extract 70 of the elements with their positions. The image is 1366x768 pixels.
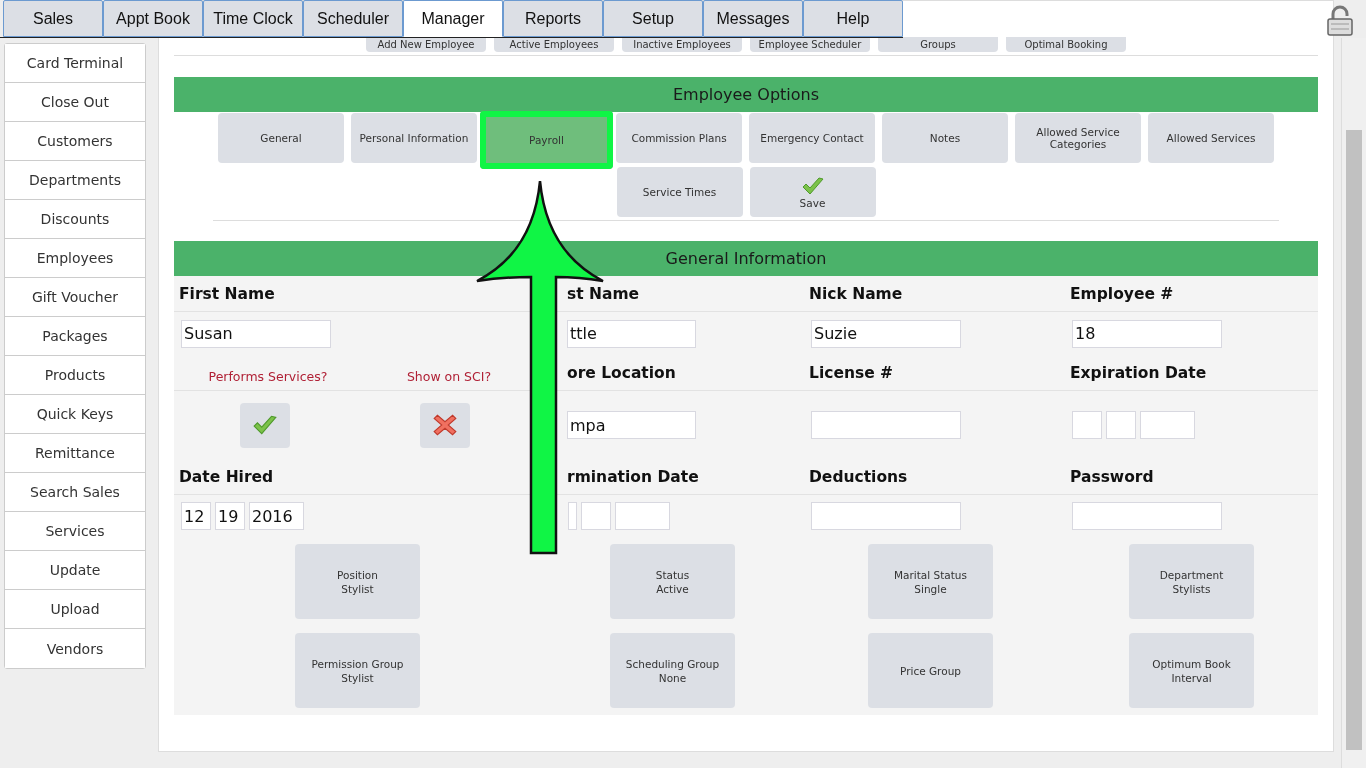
nav-tab[interactable]: Manager (403, 0, 503, 37)
option-button[interactable]: Commission Plans (616, 113, 742, 163)
setting-button[interactable]: Price Group (868, 633, 993, 708)
option-button[interactable]: General (218, 113, 344, 163)
section-header: Employee Options (174, 77, 1318, 112)
setting-button[interactable]: Marital Status Single (868, 544, 993, 619)
text-field[interactable]: Susan (181, 319, 331, 348)
day-field[interactable] (1106, 411, 1136, 439)
year-field[interactable] (615, 502, 670, 530)
year-field[interactable]: 2016 (249, 502, 304, 530)
option-button[interactable]: Personal Information (351, 113, 477, 163)
nav-tab[interactable]: Sales (3, 0, 103, 37)
field-label: Nick Name (809, 284, 903, 303)
text-field[interactable]: 18 (1072, 319, 1222, 348)
nav-tab[interactable]: Scheduler (303, 0, 403, 37)
toggle-label: Performs Services? (207, 368, 329, 384)
toggle-label: Show on SCI? (405, 368, 493, 384)
nav-tab[interactable]: Messages (703, 0, 803, 37)
text-field[interactable]: mpa (567, 411, 696, 439)
option-button[interactable]: Payroll (480, 111, 613, 169)
field-label: ore Location (567, 363, 676, 382)
field-label: License # (809, 363, 894, 382)
year-field[interactable] (1140, 411, 1195, 439)
nav-tab[interactable]: Reports (503, 0, 603, 37)
day-field[interactable]: 19 (215, 502, 245, 530)
password-field[interactable] (1072, 502, 1222, 530)
setting-button[interactable]: Status Active (610, 544, 735, 619)
text-field[interactable] (811, 502, 961, 530)
nav-tab[interactable]: Setup (603, 0, 703, 37)
nav-tab[interactable]: Time Clock (203, 0, 303, 37)
field-label: Expiration Date (1070, 363, 1207, 382)
nav-tab[interactable]: Appt Book (103, 0, 203, 37)
option-button[interactable]: Notes (882, 113, 1008, 163)
day-field[interactable] (581, 502, 611, 530)
section-header: General Information (174, 241, 1318, 276)
month-field[interactable] (568, 502, 577, 530)
setting-button[interactable]: Position Stylist (295, 544, 420, 619)
text-field[interactable]: Suzie (811, 319, 961, 348)
sub-nav-button[interactable]: Optimal Booking (1006, 37, 1126, 52)
text-field[interactable] (811, 411, 961, 439)
save-button[interactable]: Save (749, 167, 876, 217)
field-label: First Name (179, 284, 275, 303)
text-field[interactable]: ttle (567, 319, 696, 348)
scrollbar-thumb[interactable] (1346, 130, 1362, 750)
setting-button[interactable]: Department Stylists (1129, 544, 1254, 619)
setting-button[interactable]: Scheduling Group None (610, 633, 735, 708)
toggle-button[interactable] (240, 402, 290, 448)
option-button[interactable]: Emergency Contact (749, 113, 875, 163)
padlock-icon[interactable] (1324, 5, 1356, 37)
field-label: Date Hired (179, 467, 274, 486)
month-field[interactable]: 12 (181, 502, 211, 530)
setting-button[interactable]: Optimum Book Interval (1129, 633, 1254, 708)
option-button[interactable]: Allowed Service Categories (1015, 113, 1141, 163)
sidebar-item[interactable]: Card Terminal (5, 44, 145, 83)
field-label: rmination Date (567, 467, 699, 486)
setting-button[interactable]: Permission Group Stylist (295, 633, 420, 708)
month-field[interactable] (1072, 411, 1102, 439)
checkmark-icon (800, 175, 825, 196)
nav-tab[interactable]: Help (803, 0, 903, 37)
checkmark-icon (252, 414, 278, 436)
field-label: Employee # (1070, 284, 1174, 303)
cross-icon (432, 412, 458, 438)
sub-nav-button[interactable]: Groups (878, 37, 998, 52)
toggle-button[interactable] (420, 402, 470, 448)
option-button[interactable]: Allowed Services (1148, 113, 1274, 163)
option-button[interactable]: Service Times (616, 167, 743, 217)
field-label: st Name (567, 284, 640, 303)
field-label: Deductions (809, 467, 908, 486)
field-label: Password (1070, 467, 1154, 486)
button-label: Save (799, 196, 826, 209)
